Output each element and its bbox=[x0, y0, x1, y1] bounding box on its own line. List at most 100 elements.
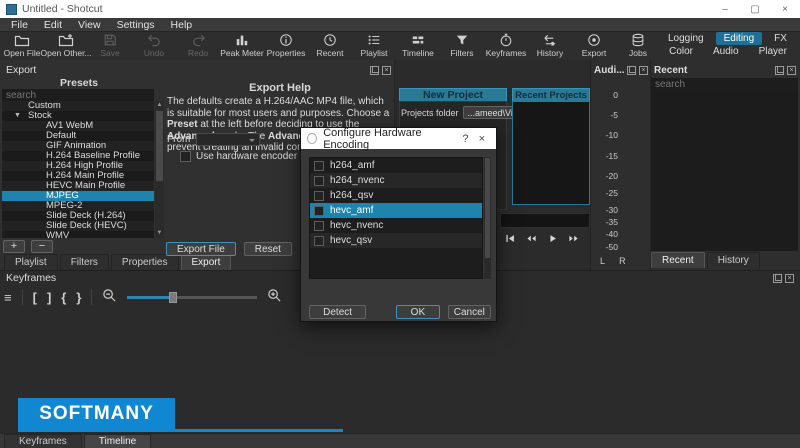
scroll-down-icon[interactable]: ▼ bbox=[155, 229, 164, 238]
zoom-slider-handle[interactable] bbox=[169, 292, 177, 303]
cancel-button[interactable]: Cancel bbox=[448, 305, 491, 319]
skip-start-icon[interactable] bbox=[505, 233, 516, 247]
export-button[interactable]: Export bbox=[572, 32, 616, 60]
dialog-titlebar[interactable]: Configure Hardware Encoding ? × bbox=[301, 128, 496, 149]
encoder-checkbox[interactable] bbox=[314, 161, 324, 171]
channel-labels: L R bbox=[600, 256, 632, 266]
fast-forward-icon[interactable] bbox=[567, 233, 580, 247]
menu-view[interactable]: View bbox=[71, 19, 108, 31]
recent-files-list[interactable] bbox=[651, 91, 798, 251]
timeline-button[interactable]: Timeline bbox=[396, 32, 440, 60]
mode-logging[interactable]: Logging bbox=[660, 32, 712, 45]
undo-button[interactable]: Undo bbox=[132, 32, 176, 60]
recent-search-input[interactable] bbox=[651, 78, 798, 92]
close-panel-icon[interactable]: × bbox=[382, 66, 391, 75]
set-filter-start-icon[interactable]: [ bbox=[33, 290, 37, 305]
encoder-checkbox[interactable] bbox=[314, 191, 324, 201]
hw-encoder-checkbox[interactable] bbox=[180, 151, 191, 162]
mode-player[interactable]: Player bbox=[751, 45, 795, 58]
dialog-scrollbar[interactable] bbox=[484, 157, 491, 279]
detect-button[interactable]: Detect bbox=[309, 305, 366, 319]
open-file-button[interactable]: Open File bbox=[0, 32, 44, 60]
encoder-row[interactable]: hevc_qsv bbox=[310, 233, 482, 248]
minimize-button[interactable]: – bbox=[710, 0, 740, 18]
float-panel-icon[interactable] bbox=[370, 66, 379, 75]
recent-projects-list[interactable] bbox=[512, 101, 590, 205]
tab-timeline[interactable]: Timeline bbox=[84, 434, 151, 448]
menu-file[interactable]: File bbox=[4, 19, 35, 31]
zoom-in-icon[interactable] bbox=[267, 288, 282, 306]
encoder-row[interactable]: h264_nvenc bbox=[310, 173, 482, 188]
mode-color[interactable]: Color bbox=[661, 45, 701, 58]
filters-button[interactable]: Filters bbox=[440, 32, 484, 60]
tab-keyframes[interactable]: Keyframes bbox=[4, 434, 82, 448]
float-panel-icon[interactable] bbox=[773, 274, 782, 283]
dialog-help-button[interactable]: ? bbox=[457, 133, 473, 145]
maximize-button[interactable]: ▢ bbox=[740, 0, 770, 18]
close-panel-icon[interactable]: × bbox=[639, 66, 648, 75]
add-preset-button[interactable]: + bbox=[3, 240, 25, 253]
encoder-checkbox[interactable] bbox=[314, 221, 324, 231]
tab-filters[interactable]: Filters bbox=[60, 254, 109, 270]
export-file-button[interactable]: Export File bbox=[166, 242, 236, 256]
keyframes-button[interactable]: Keyframes bbox=[484, 32, 528, 60]
set-filter-end-icon[interactable]: ] bbox=[47, 290, 51, 305]
tab-export[interactable]: Export bbox=[181, 254, 232, 270]
tab-history[interactable]: History bbox=[707, 252, 760, 268]
mode-fx[interactable]: FX bbox=[766, 32, 795, 45]
encoder-row[interactable]: hevc_nvenc bbox=[310, 218, 482, 233]
funnel-icon bbox=[455, 33, 469, 47]
dialog-close-button[interactable]: × bbox=[474, 133, 490, 145]
preset-item[interactable]: Custom bbox=[2, 101, 154, 111]
zoom-slider[interactable] bbox=[127, 296, 257, 299]
peak-meter-button[interactable]: Peak Meter bbox=[220, 32, 264, 60]
encoder-checkbox[interactable] bbox=[314, 236, 324, 246]
menu-settings[interactable]: Settings bbox=[110, 19, 162, 31]
window-title: Untitled - Shotcut bbox=[22, 3, 103, 15]
redo-button[interactable]: Redo bbox=[176, 32, 220, 60]
ok-button[interactable]: OK bbox=[396, 305, 439, 319]
from-dropdown[interactable] bbox=[196, 133, 260, 146]
preset-item[interactable]: Slide Deck (HEVC) bbox=[2, 221, 154, 231]
float-panel-icon[interactable] bbox=[775, 66, 784, 75]
tab-recent[interactable]: Recent bbox=[651, 252, 705, 268]
save-button[interactable]: Save bbox=[88, 32, 132, 60]
tab-playlist[interactable]: Playlist bbox=[4, 254, 58, 270]
float-panel-icon[interactable] bbox=[627, 66, 636, 75]
encoder-checkbox[interactable] bbox=[314, 176, 324, 186]
history-button[interactable]: History bbox=[528, 32, 572, 60]
close-panel-icon[interactable]: × bbox=[785, 274, 794, 283]
timecode-field[interactable] bbox=[500, 213, 590, 228]
encoder-row[interactable]: h264_amf bbox=[310, 158, 482, 173]
set-first-simple-keyframe-icon[interactable]: { bbox=[61, 290, 66, 305]
menu-edit[interactable]: Edit bbox=[37, 19, 69, 31]
presets-scrollbar[interactable]: ▲ ▼ bbox=[155, 101, 164, 238]
close-panel-icon[interactable]: × bbox=[787, 66, 796, 75]
play-icon[interactable] bbox=[547, 233, 558, 247]
preset-item[interactable]: AV1 WebM bbox=[2, 121, 154, 131]
scroll-up-icon[interactable]: ▲ bbox=[155, 101, 164, 110]
reset-button[interactable]: Reset bbox=[244, 242, 292, 256]
remove-preset-button[interactable]: − bbox=[31, 240, 53, 253]
mode-editing[interactable]: Editing bbox=[716, 32, 763, 45]
preset-item[interactable]: ▼Stock bbox=[2, 111, 154, 121]
jobs-button[interactable]: Jobs bbox=[616, 32, 660, 60]
encoder-row-selected[interactable]: hevc_amf bbox=[310, 203, 482, 218]
preset-item[interactable]: WMV bbox=[2, 231, 154, 238]
mode-audio[interactable]: Audio bbox=[705, 45, 747, 58]
rewind-icon[interactable] bbox=[525, 233, 538, 247]
chevron-down-icon[interactable]: ▼ bbox=[14, 111, 21, 121]
encoder-checkbox[interactable] bbox=[314, 206, 324, 216]
set-second-simple-keyframe-icon[interactable]: } bbox=[76, 290, 81, 305]
playlist-button[interactable]: Playlist bbox=[352, 32, 396, 60]
recent-button[interactable]: Recent bbox=[308, 32, 352, 60]
tab-properties[interactable]: Properties bbox=[111, 254, 179, 270]
properties-button[interactable]: Properties bbox=[264, 32, 308, 60]
menu-icon[interactable]: ≡ bbox=[4, 290, 12, 305]
encoder-row[interactable]: h264_qsv bbox=[310, 188, 482, 203]
scroll-thumb[interactable] bbox=[156, 111, 163, 181]
open-other-button[interactable]: Open Other... bbox=[44, 32, 88, 60]
menu-help[interactable]: Help bbox=[164, 19, 200, 31]
close-button[interactable]: × bbox=[770, 0, 800, 18]
zoom-out-icon[interactable] bbox=[102, 288, 117, 306]
